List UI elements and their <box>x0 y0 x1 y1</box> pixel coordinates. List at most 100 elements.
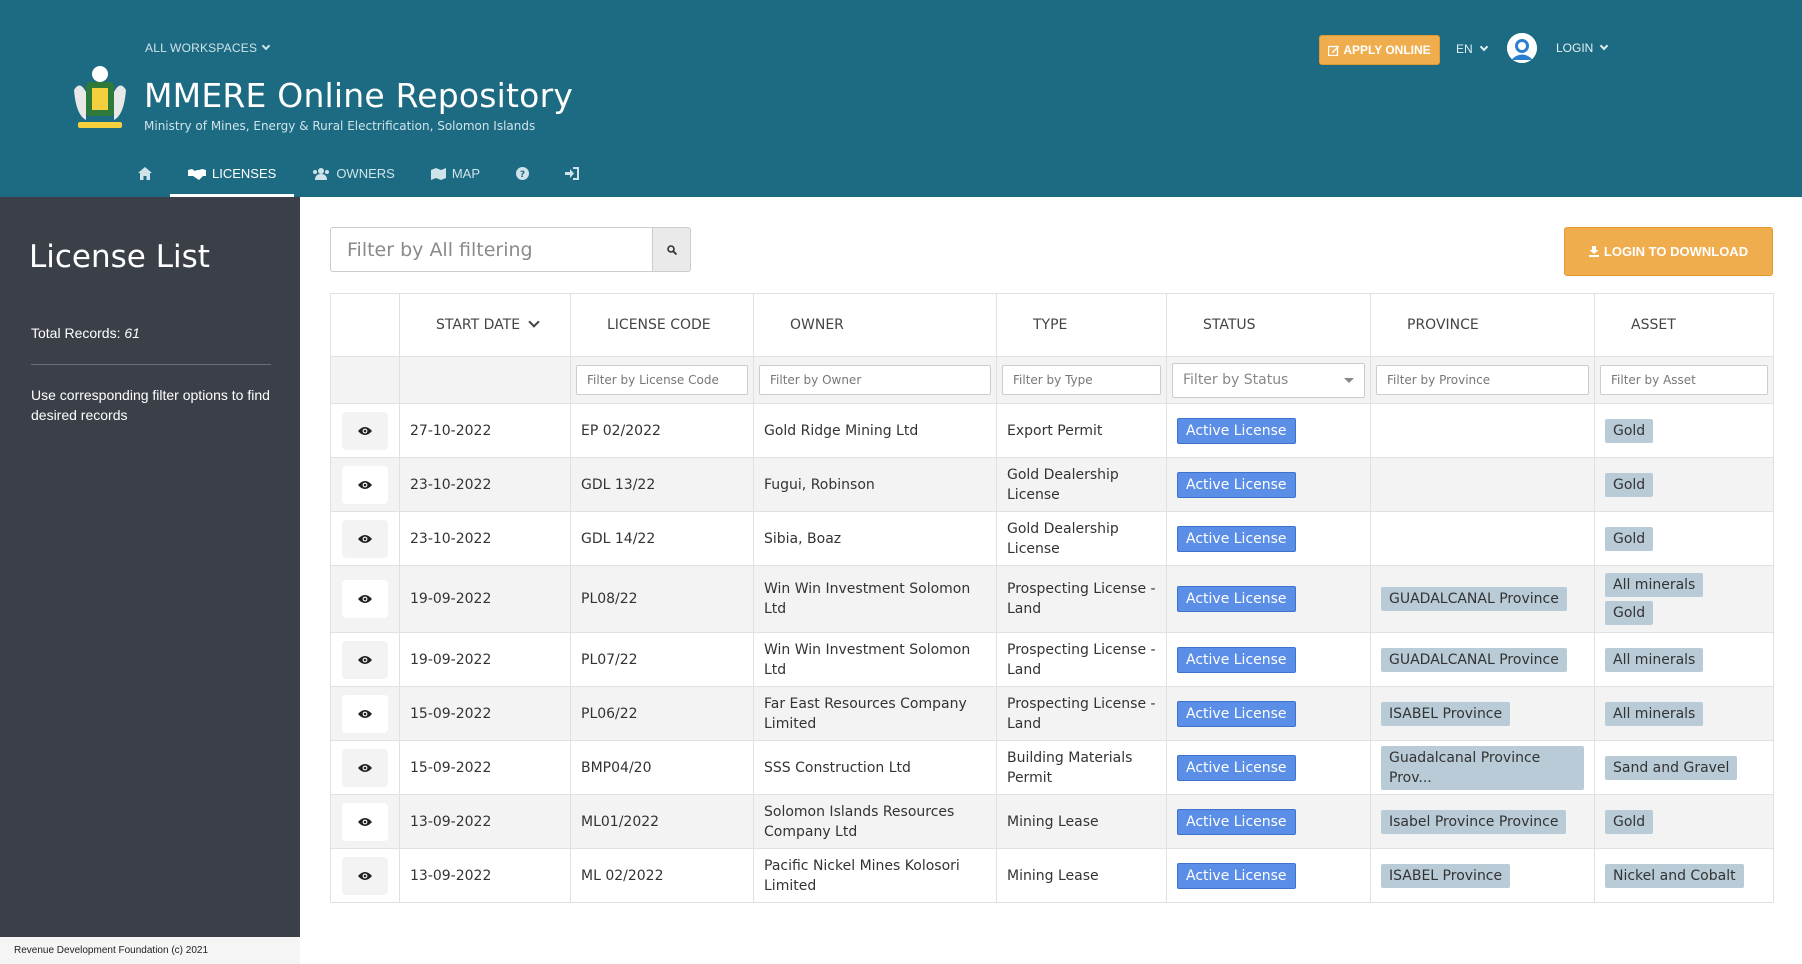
column-header-asset[interactable]: ASSET <box>1594 293 1774 357</box>
view-button[interactable] <box>342 411 388 450</box>
asset-tag: Nickel and Cobalt <box>1605 863 1744 888</box>
status-badge: Active License <box>1177 754 1296 781</box>
nav-home[interactable] <box>120 150 170 197</box>
status-cell: Active License <box>1166 403 1371 458</box>
asset-tag: All minerals <box>1605 701 1704 726</box>
view-button[interactable] <box>342 856 388 895</box>
eye-icon <box>358 817 372 826</box>
view-cell <box>330 403 400 458</box>
view-button[interactable] <box>342 748 388 787</box>
status-cell: Active License <box>1166 457 1371 512</box>
apply-online-button[interactable]: APPLY ONLINE <box>1319 35 1440 65</box>
search-button[interactable] <box>653 227 691 272</box>
column-header-start-date[interactable]: START DATE <box>399 293 571 357</box>
license-code-cell: PL06/22 <box>570 686 754 741</box>
column-header-province[interactable]: PROVINCE <box>1370 293 1595 357</box>
province-cell <box>1370 403 1595 458</box>
language-label: EN <box>1456 42 1473 56</box>
nav-map[interactable]: MAP <box>413 150 498 197</box>
province-tag: ISABEL Province <box>1381 863 1511 888</box>
type-cell: Gold Dealership License <box>996 457 1167 512</box>
column-header-actions <box>330 293 400 357</box>
search-icon <box>666 244 677 255</box>
province-tag: ISABEL Province <box>1381 701 1511 726</box>
province-cell: Isabel Province Province <box>1370 794 1595 849</box>
view-cell <box>330 686 400 741</box>
start-date-cell: 19-09-2022 <box>399 632 571 687</box>
nav-help[interactable]: ? <box>498 150 547 197</box>
column-header-license-code[interactable]: LICENSE CODE <box>570 293 754 357</box>
owner-filter-input[interactable] <box>759 365 991 395</box>
license-code-cell: GDL 13/22 <box>570 457 754 512</box>
main-content: LOGIN TO DOWNLOAD START DATE LICENSE COD… <box>300 197 1802 964</box>
avatar[interactable] <box>1507 33 1537 63</box>
apply-online-label: APPLY ONLINE <box>1343 43 1431 57</box>
search-input[interactable] <box>330 227 653 272</box>
asset-filter-input[interactable] <box>1600 365 1768 395</box>
start-date-cell: 15-09-2022 <box>399 686 571 741</box>
asset-tag: All minerals <box>1605 647 1704 672</box>
coat-of-arms-logo <box>74 66 126 128</box>
view-button[interactable] <box>342 802 388 841</box>
status-badge: Active License <box>1177 471 1296 498</box>
view-button[interactable] <box>342 580 388 618</box>
license-code-cell: GDL 14/22 <box>570 511 754 566</box>
license-code-cell: BMP04/20 <box>570 740 754 795</box>
view-button[interactable] <box>342 640 388 679</box>
download-icon <box>1588 246 1599 257</box>
column-header-owner[interactable]: OWNER <box>753 293 997 357</box>
nav-licenses-label: LICENSES <box>212 166 277 181</box>
view-cell <box>330 457 400 512</box>
caret-down-icon <box>1344 377 1354 383</box>
nav-signin[interactable] <box>547 150 597 197</box>
view-button[interactable] <box>342 519 388 558</box>
language-dropdown[interactable]: EN <box>1456 42 1488 56</box>
map-icon <box>430 167 446 180</box>
table-row: 23-10-2022 GDL 14/22 Sibia, Boaz Gold Deale… <box>330 511 1774 566</box>
asset-tag: Gold <box>1605 601 1654 625</box>
asset-tag: All minerals <box>1605 573 1704 597</box>
province-tag: Guadalcanal Province Prov... <box>1381 745 1584 790</box>
asset-tag: Gold <box>1605 472 1654 497</box>
owner-cell: Sibia, Boaz <box>753 511 997 566</box>
column-header-status[interactable]: STATUS <box>1166 293 1371 357</box>
view-cell <box>330 565 400 633</box>
status-cell: Active License <box>1166 511 1371 566</box>
view-button[interactable] <box>342 694 388 733</box>
status-filter-select[interactable]: Filter by Status <box>1172 362 1365 398</box>
chevron-down-icon <box>1600 41 1609 51</box>
svg-text:?: ? <box>520 170 525 180</box>
column-header-type[interactable]: TYPE <box>996 293 1167 357</box>
main-nav: LICENSES OWNERS MAP ? <box>120 150 597 197</box>
start-date-cell: 23-10-2022 <box>399 457 571 512</box>
view-cell <box>330 740 400 795</box>
workspace-dropdown[interactable]: ALL WORKSPACES <box>145 41 271 55</box>
type-cell: Mining Lease <box>996 848 1167 903</box>
home-icon <box>138 167 152 180</box>
license-code-filter-input[interactable] <box>576 365 748 395</box>
footer-copyright: Revenue Development Foundation (c) 2021 <box>0 937 300 964</box>
start-date-cell: 19-09-2022 <box>399 565 571 633</box>
filter-cell-empty <box>330 356 400 404</box>
status-badge: Active License <box>1177 862 1296 889</box>
status-filter-placeholder: Filter by Status <box>1183 372 1289 388</box>
license-rows: 27-10-2022 EP 02/2022 Gold Ridge Mining Lt… <box>330 403 1774 903</box>
filter-help-text: Use corresponding filter options to find… <box>31 387 270 423</box>
type-filter-input[interactable] <box>1002 365 1161 395</box>
start-date-cell: 15-09-2022 <box>399 740 571 795</box>
view-button[interactable] <box>342 465 388 504</box>
owner-cell: Win Win Investment Solomon Ltd <box>753 565 997 633</box>
filter-cell-empty <box>399 356 571 404</box>
asset-cell: Gold <box>1594 403 1774 458</box>
nav-owners[interactable]: OWNERS <box>294 150 413 197</box>
login-to-download-button[interactable]: LOGIN TO DOWNLOAD <box>1564 227 1773 276</box>
sidebar: License List Total Records: 61 Use corre… <box>0 197 300 964</box>
nav-owners-label: OWNERS <box>336 166 395 181</box>
nav-licenses[interactable]: LICENSES <box>170 150 295 197</box>
login-dropdown[interactable]: LOGIN <box>1556 41 1609 55</box>
login-to-download-label: LOGIN TO DOWNLOAD <box>1603 244 1749 259</box>
app-subtitle: Ministry of Mines, Energy & Rural Electr… <box>144 119 536 133</box>
total-records: Total Records: 61 <box>31 325 140 341</box>
province-filter-input[interactable] <box>1376 365 1589 395</box>
province-cell: Guadalcanal Province Prov... <box>1370 740 1595 795</box>
